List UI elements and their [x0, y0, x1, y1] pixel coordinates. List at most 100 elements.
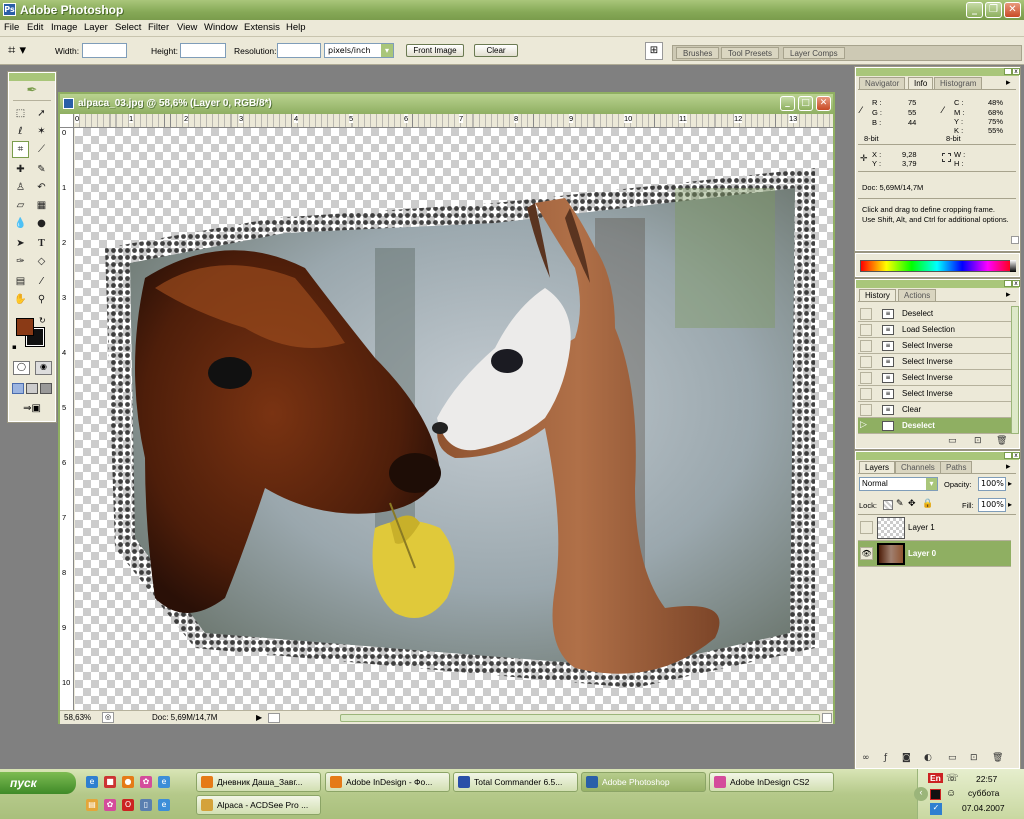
- doc-maximize-icon[interactable]: □: [798, 96, 813, 111]
- history-minimize-icon[interactable]: [1004, 280, 1012, 287]
- tab-info[interactable]: Info: [908, 77, 934, 89]
- history-item[interactable]: ≡ Clear: [858, 402, 1011, 418]
- history-item[interactable]: ≡ Select Inverse: [858, 338, 1011, 354]
- swap-colors-icon[interactable]: ↻: [39, 316, 46, 325]
- tab-history[interactable]: History: [859, 289, 896, 301]
- history-item-active[interactable]: ▷ ≡ Deselect: [858, 418, 1011, 434]
- new-document-from-state-icon[interactable]: ▭: [948, 436, 957, 446]
- status-menu-icon[interactable]: ◎: [102, 712, 114, 723]
- opacity-input[interactable]: 100%: [978, 477, 1006, 491]
- clone-stamp-icon[interactable]: ♙: [12, 179, 29, 196]
- clear-button[interactable]: Clear: [474, 44, 518, 57]
- start-button[interactable]: пуск: [0, 772, 76, 794]
- resize-grip-icon[interactable]: [822, 713, 832, 723]
- taskbar-button[interactable]: Adobe InDesign CS2: [709, 772, 834, 792]
- lock-transparency-icon[interactable]: [883, 500, 893, 510]
- history-snapshot-checkbox[interactable]: [860, 356, 872, 368]
- history-item[interactable]: ≡ Select Inverse: [858, 370, 1011, 386]
- gradient-tool-icon[interactable]: ▦: [33, 197, 50, 214]
- panel-resize-icon[interactable]: [1011, 236, 1019, 244]
- new-group-icon[interactable]: ▭: [948, 753, 957, 763]
- standard-mode-icon[interactable]: ◯: [13, 361, 30, 375]
- height-input[interactable]: [180, 43, 226, 58]
- jump-to-imageready-icon[interactable]: ⇒▣: [13, 403, 51, 417]
- color-ramp[interactable]: [860, 260, 1014, 272]
- layer-row-active[interactable]: 👁 Layer 0: [858, 541, 1011, 567]
- marquee-tool-icon[interactable]: ⬚: [12, 105, 29, 122]
- opacity-slider-arrow-icon[interactable]: ▸: [1008, 479, 1012, 488]
- quicklaunch-design-icon[interactable]: ✿: [104, 799, 116, 811]
- screen-mode-standard-icon[interactable]: [12, 383, 24, 394]
- quicklaunch-web-icon[interactable]: e: [158, 799, 170, 811]
- minimize-icon[interactable]: _: [966, 2, 983, 18]
- crop-tool-preset-icon[interactable]: ⌗ ▾: [8, 42, 38, 60]
- dodge-tool-icon[interactable]: ●: [33, 215, 50, 232]
- toolbox-handle[interactable]: [9, 73, 55, 81]
- tab-tool-presets[interactable]: Tool Presets: [721, 47, 780, 59]
- resolution-input[interactable]: [277, 43, 321, 58]
- tab-navigator[interactable]: Navigator: [859, 77, 906, 89]
- messenger-icon[interactable]: ☺: [946, 788, 956, 799]
- lock-position-icon[interactable]: ✥: [908, 499, 916, 509]
- quicklaunch-doc-icon[interactable]: ▯: [140, 799, 152, 811]
- layer-row[interactable]: Layer 1: [858, 515, 1011, 541]
- layers-minimize-icon[interactable]: [1004, 452, 1012, 459]
- tab-brushes[interactable]: Brushes: [676, 47, 720, 59]
- layers-panel-header[interactable]: [856, 452, 1019, 460]
- quicklaunch-firefox-icon[interactable]: ●: [122, 776, 134, 788]
- language-indicator[interactable]: En: [928, 773, 943, 783]
- history-snapshot-checkbox[interactable]: [860, 372, 872, 384]
- default-colors-icon[interactable]: ▪: [12, 343, 17, 351]
- taskbar-button[interactable]: Дневник Даша_Завг...: [196, 772, 321, 792]
- menu-help[interactable]: Help: [286, 22, 306, 33]
- lasso-tool-icon[interactable]: ℓ: [12, 123, 29, 140]
- type-tool-icon[interactable]: T: [33, 235, 50, 252]
- quicklaunch-ie-icon[interactable]: e: [86, 776, 98, 788]
- eye-icon[interactable]: 👁: [860, 547, 873, 560]
- lock-all-icon[interactable]: 🔒: [922, 499, 933, 509]
- menu-filter[interactable]: Filter: [148, 22, 169, 33]
- fill-input[interactable]: 100%: [978, 498, 1006, 512]
- horizontal-scrollbar[interactable]: [340, 714, 820, 722]
- restore-icon[interactable]: ❐: [985, 2, 1002, 18]
- eraser-tool-icon[interactable]: ▱: [12, 197, 29, 214]
- color-ramp-bw[interactable]: [1010, 260, 1016, 272]
- eyedropper-icon[interactable]: ⁄: [33, 273, 50, 290]
- delete-layer-icon[interactable]: 🗑: [992, 753, 1003, 763]
- path-select-icon[interactable]: ➤: [12, 235, 29, 252]
- history-brush-icon[interactable]: ↶: [33, 179, 50, 196]
- panel-menu-icon[interactable]: ▸: [1006, 78, 1011, 88]
- zoom-tool-icon[interactable]: ⚲: [33, 291, 50, 308]
- history-panel-header[interactable]: [856, 280, 1019, 288]
- tab-channels[interactable]: Channels: [895, 461, 941, 473]
- history-item[interactable]: ≡ Load Selection: [858, 322, 1011, 338]
- clock-time[interactable]: 22:57: [976, 774, 997, 784]
- notes-tool-icon[interactable]: ▤: [12, 273, 29, 290]
- shape-tool-icon[interactable]: ◇: [33, 253, 50, 270]
- history-snapshot-checkbox[interactable]: [860, 404, 872, 416]
- info-panel-header[interactable]: [856, 68, 1019, 76]
- layer-visibility-toggle[interactable]: [860, 521, 873, 534]
- move-tool-icon[interactable]: ➚: [33, 105, 50, 122]
- brush-tool-icon[interactable]: ✎: [33, 161, 50, 178]
- history-snapshot-checkbox[interactable]: [860, 340, 872, 352]
- zoom-level[interactable]: 58,63%: [64, 713, 91, 722]
- tab-layers[interactable]: Layers: [859, 461, 896, 473]
- tab-histogram[interactable]: Histogram: [934, 77, 983, 89]
- quicklaunch-indesign-icon[interactable]: ✿: [140, 776, 152, 788]
- slice-tool-icon[interactable]: ⟋: [33, 141, 50, 158]
- link-layers-icon[interactable]: ∞: [862, 753, 870, 763]
- blur-tool-icon[interactable]: 💧: [12, 215, 29, 232]
- quicklaunch-app-icon[interactable]: ■: [104, 776, 116, 788]
- menu-layer[interactable]: Layer: [84, 22, 108, 33]
- lock-pixels-icon[interactable]: ✎: [896, 499, 904, 509]
- width-input[interactable]: [82, 43, 127, 58]
- layers-menu-icon[interactable]: ▸: [1006, 462, 1011, 472]
- menu-file[interactable]: File: [4, 22, 19, 33]
- horizontal-ruler[interactable]: 0 1 2 3 4 5 6 7 8 9 10 11 12 13: [74, 114, 833, 128]
- screen-mode-menu-icon[interactable]: [26, 383, 38, 394]
- new-snapshot-icon[interactable]: ⊡: [974, 436, 982, 446]
- menu-select[interactable]: Select: [115, 22, 141, 33]
- quicklaunch-opera-icon[interactable]: O: [122, 799, 134, 811]
- close-icon[interactable]: ✕: [1004, 2, 1021, 18]
